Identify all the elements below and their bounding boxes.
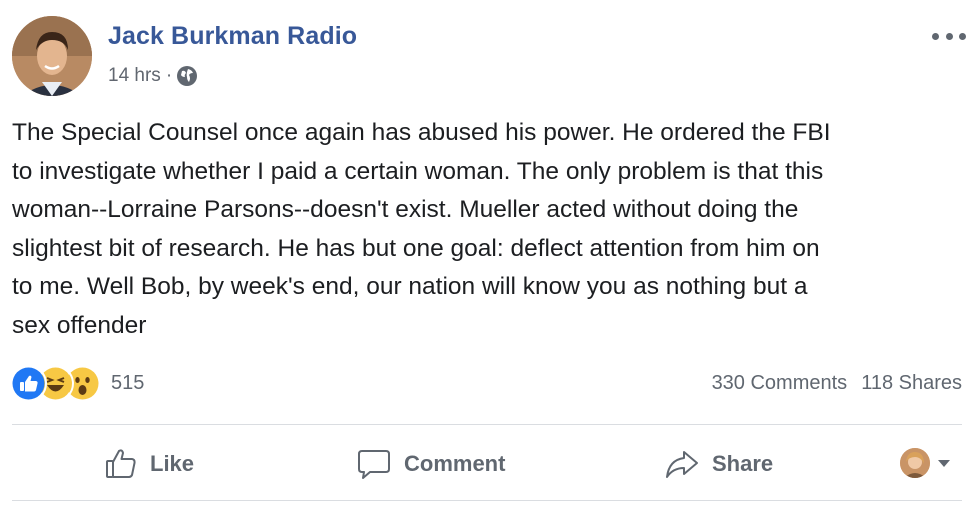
post-stats: 330 Comments 118 Shares: [712, 372, 962, 395]
meta-separator: ·: [165, 65, 173, 86]
share-arrow-icon: [666, 451, 698, 478]
post-meta: 14 hrs ·: [108, 65, 198, 87]
post-body-text: The Special Counsel once again has abuse…: [12, 119, 831, 339]
user-avatar: [900, 448, 930, 478]
like-icon: [10, 364, 47, 402]
reactions-summary[interactable]: 515: [10, 364, 145, 402]
like-label: Like: [150, 451, 195, 476]
comments-count-link[interactable]: 330 Comments: [712, 372, 848, 395]
post-timestamp[interactable]: 14 hrs: [108, 65, 161, 87]
divider: [12, 424, 962, 425]
like-button[interactable]: Like: [104, 438, 194, 490]
react-as-selector[interactable]: [900, 448, 950, 478]
chevron-down-icon: [938, 459, 950, 467]
comment-label: Comment: [404, 451, 506, 476]
share-button[interactable]: Share: [664, 438, 773, 490]
thumbs-up-icon: [106, 449, 136, 478]
comment-bubble-icon: [358, 450, 390, 479]
more-dot: [959, 32, 966, 40]
more-options-icon[interactable]: [932, 30, 966, 42]
divider: [12, 500, 962, 501]
facebook-post: Jack Burkman Radio 14 hrs · The Special …: [0, 0, 980, 509]
more-dot: [945, 32, 953, 40]
globe-icon[interactable]: [176, 65, 198, 87]
shares-count-link[interactable]: 118 Shares: [861, 372, 962, 395]
author-avatar[interactable]: [12, 16, 92, 96]
action-bar: Like Comment Share: [12, 438, 962, 490]
reaction-count: 515: [111, 371, 145, 394]
comment-button[interactable]: Comment: [356, 438, 505, 490]
more-dot: [932, 32, 939, 40]
share-label: Share: [712, 451, 774, 476]
author-name-link[interactable]: Jack Burkman Radio: [108, 22, 357, 51]
